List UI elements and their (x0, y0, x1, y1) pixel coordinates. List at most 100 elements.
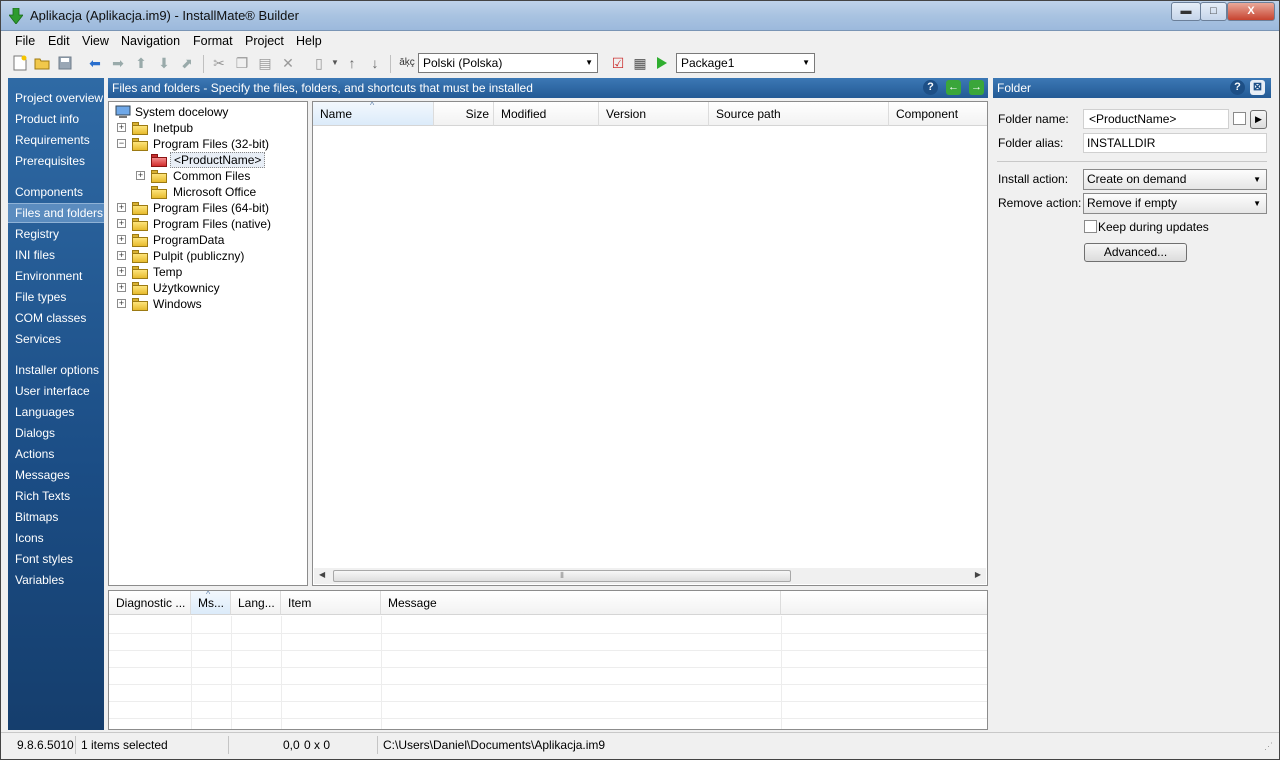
column-name[interactable]: Name ^ (313, 100, 434, 126)
back-arrow-icon[interactable]: ⬅ (86, 54, 104, 72)
nav-project-overview[interactable]: Project overview (15, 89, 104, 107)
column-size[interactable]: Size (434, 102, 494, 126)
tree-label: Program Files (64-bit) (153, 201, 270, 215)
column-language[interactable]: Lang... (231, 591, 281, 615)
back-icon[interactable]: ← (946, 80, 961, 95)
scroll-right-icon[interactable]: ▶ (975, 570, 981, 579)
down-arrow-icon[interactable]: ⬇ (155, 54, 173, 72)
nav-font-styles[interactable]: Font styles (15, 550, 104, 568)
checklist-icon[interactable]: ☑ (609, 54, 627, 72)
folder-name-expand-icon[interactable]: ▶ (1250, 110, 1267, 129)
nav-file-types[interactable]: File types (15, 288, 104, 306)
menu-file[interactable]: File (15, 34, 35, 48)
folder-icon (132, 298, 148, 311)
nav-prerequisites[interactable]: Prerequisites (15, 152, 104, 170)
grid-row-line (109, 684, 987, 685)
forward-arrow-icon[interactable]: ➡ (109, 54, 127, 72)
copy-icon[interactable]: ❐ (233, 54, 251, 72)
expand-icon[interactable]: + (136, 171, 145, 180)
expand-icon[interactable]: + (117, 283, 126, 292)
up-arrow-icon[interactable]: ⬆ (132, 54, 150, 72)
expand-icon[interactable]: + (117, 219, 126, 228)
move-down-icon[interactable]: ↓ (366, 54, 384, 72)
expand-icon[interactable]: + (117, 251, 126, 260)
nav-services[interactable]: Services (15, 330, 104, 348)
keep-during-updates-checkbox[interactable] (1084, 220, 1097, 233)
menu-navigation[interactable]: Navigation (121, 34, 180, 48)
column-modified[interactable]: Modified (494, 102, 599, 126)
column-component[interactable]: Component (889, 102, 987, 126)
move-up-icon[interactable]: ↑ (343, 54, 361, 72)
build-icon[interactable]: ▦ (631, 54, 649, 72)
language-select[interactable]: Polski (Polska) ▼ (418, 53, 598, 73)
expand-icon[interactable]: + (117, 235, 126, 244)
up-right-arrow-icon[interactable]: ⬈ (178, 54, 196, 72)
expand-icon[interactable]: + (117, 299, 126, 308)
forward-icon[interactable]: → (969, 80, 984, 95)
nav-com-classes[interactable]: COM classes (15, 309, 104, 327)
menu-help[interactable]: Help (296, 34, 322, 48)
remove-action-select[interactable]: Remove if empty ▼ (1083, 193, 1267, 214)
column-diagnostic[interactable]: Diagnostic ... (109, 591, 191, 615)
expand-icon[interactable]: + (117, 267, 126, 276)
nav-registry[interactable]: Registry (15, 225, 104, 243)
nav-icons[interactable]: Icons (15, 529, 104, 547)
column-msg[interactable]: Ms... ^ (191, 591, 231, 615)
save-icon[interactable] (56, 54, 74, 72)
folder-tree[interactable]: System docelowy + Inetpub − Program Files … (108, 101, 308, 586)
column-item[interactable]: Item (281, 591, 381, 615)
resize-grip-icon[interactable]: ⋰ (1264, 741, 1273, 752)
pin-icon[interactable]: ⊠ (1250, 80, 1265, 95)
cut-icon[interactable]: ✂ (210, 54, 228, 72)
open-folder-icon[interactable] (33, 54, 51, 72)
nav-components[interactable]: Components (15, 183, 104, 201)
close-button[interactable]: X (1227, 2, 1275, 21)
expand-icon[interactable]: + (117, 123, 126, 132)
nav-rich-texts[interactable]: Rich Texts (15, 487, 104, 505)
minimize-button[interactable]: ▬ (1171, 2, 1201, 21)
advanced-button[interactable]: Advanced... (1084, 243, 1187, 262)
file-list[interactable]: Name ^ Size Modified Version Source path … (312, 100, 988, 586)
scroll-left-icon[interactable]: ◀ (319, 570, 325, 579)
menu-edit[interactable]: Edit (48, 34, 70, 48)
nav-product-info[interactable]: Product info (15, 110, 104, 128)
nav-bitmaps[interactable]: Bitmaps (15, 508, 104, 526)
delete-icon[interactable]: ✕ (279, 54, 297, 72)
nav-languages[interactable]: Languages (15, 403, 104, 421)
maximize-button[interactable]: □ (1200, 2, 1227, 21)
paste-icon[interactable]: ▤ (256, 54, 274, 72)
nav-requirements[interactable]: Requirements (15, 131, 104, 149)
properties-dropdown-icon[interactable]: ▼ (326, 54, 344, 72)
nav-messages[interactable]: Messages (15, 466, 104, 484)
scroll-thumb[interactable]: ⦀ (333, 570, 791, 582)
nav-environment[interactable]: Environment (15, 267, 104, 285)
help-icon[interactable]: ? (1230, 80, 1245, 95)
help-icon[interactable]: ? (923, 80, 938, 95)
run-icon[interactable] (653, 54, 671, 72)
install-action-select[interactable]: Create on demand ▼ (1083, 169, 1267, 190)
column-source-path[interactable]: Source path (709, 102, 889, 126)
folder-name-option-checkbox[interactable] (1233, 112, 1246, 125)
horizontal-scrollbar[interactable]: ◀ ⦀ ▶ (314, 568, 986, 584)
expand-icon[interactable]: + (117, 203, 126, 212)
collapse-icon[interactable]: − (117, 139, 126, 148)
folder-icon (132, 266, 148, 279)
nav-actions[interactable]: Actions (15, 445, 104, 463)
folder-name-field[interactable]: <ProductName> (1083, 109, 1229, 129)
messages-list[interactable]: Diagnostic ... Ms... ^ Lang... Item Messa… (108, 590, 988, 730)
menu-format[interactable]: Format (193, 34, 233, 48)
column-message[interactable]: Message (381, 591, 781, 615)
nav-ini-files[interactable]: INI files (15, 246, 104, 264)
package-select[interactable]: Package1 ▼ (676, 53, 815, 73)
menu-project[interactable]: Project (245, 34, 284, 48)
nav-variables[interactable]: Variables (15, 571, 104, 589)
nav-dialogs[interactable]: Dialogs (15, 424, 104, 442)
nav-user-interface[interactable]: User interface (15, 382, 104, 400)
nav-installer-options[interactable]: Installer options (15, 361, 104, 379)
menu-view[interactable]: View (82, 34, 109, 48)
column-version[interactable]: Version (599, 102, 709, 126)
folder-alias-field[interactable]: INSTALLDIR (1083, 133, 1267, 153)
title-bar[interactable]: Aplikacja (Aplikacja.im9) - InstallMate®… (1, 1, 1279, 31)
new-file-icon[interactable] (11, 54, 29, 72)
nav-files-and-folders[interactable]: Files and folders (8, 203, 104, 223)
